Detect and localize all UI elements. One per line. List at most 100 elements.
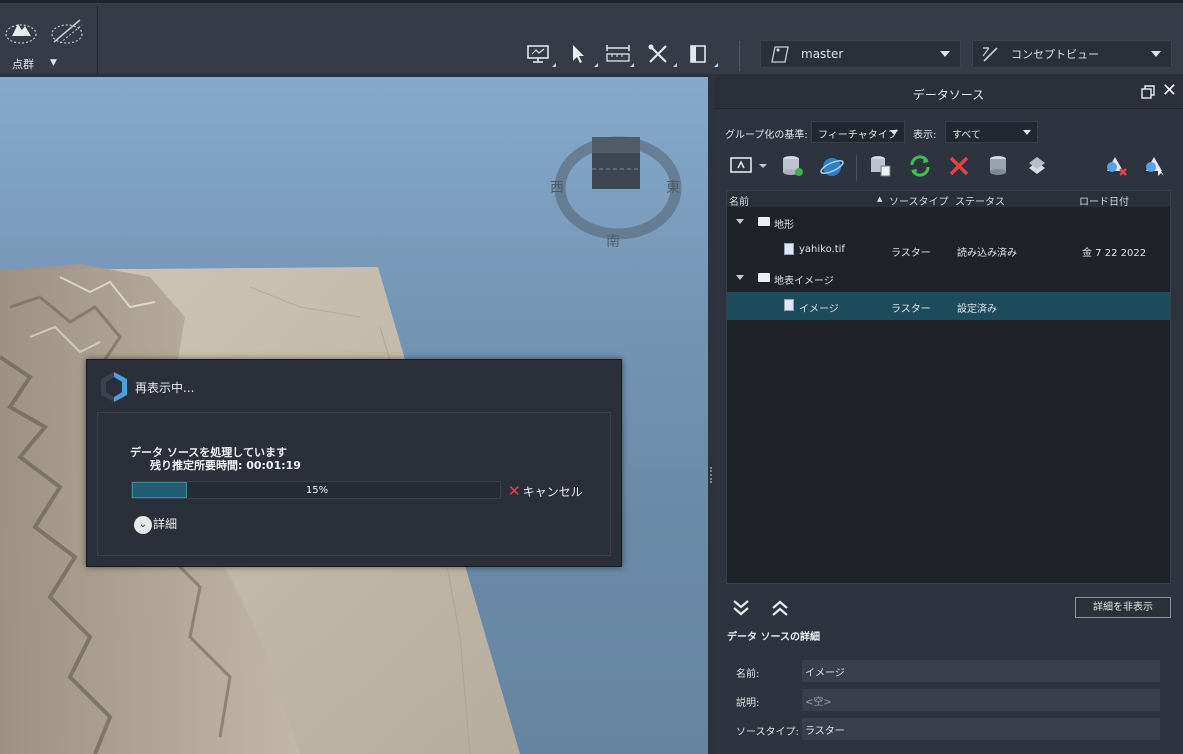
file-status: 設定済み: [957, 304, 997, 315]
collapse-icon[interactable]: [736, 219, 744, 224]
folder-icon: [758, 217, 770, 226]
file-source-type: ラスター: [891, 304, 931, 315]
layers-icon: [1029, 157, 1045, 174]
collapse-icon[interactable]: [736, 275, 744, 280]
app-logo-icon: [101, 372, 127, 402]
detail-name-row: 名前: イメージ: [736, 660, 1161, 682]
globe-icon: [820, 158, 844, 176]
column-source-type[interactable]: ソースタイプ: [889, 193, 949, 208]
group-by-dropdown[interactable]: フィーチャタイプ: [811, 121, 905, 143]
chevron-down-icon: ⌄: [134, 515, 152, 534]
chevron-down-icon: [1151, 51, 1161, 57]
detail-source-type-row: ソースタイプ: ラスター: [736, 718, 1161, 740]
detail-label: 説明:: [736, 698, 760, 709]
cancel-label: キャンセル: [522, 485, 583, 499]
column-load-date[interactable]: ロード日付: [1079, 193, 1129, 208]
display-tool-button[interactable]: [526, 43, 556, 67]
panel-header: データソース ✕: [714, 77, 1183, 109]
view-compass[interactable]: 西 東 南: [548, 133, 688, 253]
remaining-time: 残り推定所要時間: 00:01:19: [150, 459, 301, 472]
details-toggle[interactable]: ⌄ 詳細: [134, 515, 177, 534]
detail-description-field[interactable]: <空>: [802, 689, 1160, 711]
chevron-down-icon[interactable]: ▼: [50, 58, 57, 68]
database-icon: [990, 156, 1006, 175]
folder-icon: [758, 273, 770, 282]
add-database-button[interactable]: [778, 153, 806, 179]
refresh-button[interactable]: [906, 153, 934, 179]
close-icon[interactable]: ✕: [1162, 82, 1177, 100]
restore-icon[interactable]: [1141, 85, 1155, 99]
cancel-icon: ✕: [508, 482, 521, 500]
display-value: すべて: [952, 130, 981, 141]
folder-name: 地表イメージ: [774, 276, 834, 287]
toolbar-divider: [739, 41, 740, 71]
detail-label: 名前:: [736, 669, 760, 680]
detail-source-type-field[interactable]: ラスター: [802, 718, 1160, 740]
detail-label: ソースタイプ:: [736, 727, 799, 738]
layers-button[interactable]: [1023, 153, 1051, 179]
refresh-icon: [910, 155, 930, 177]
details-label: 詳細: [153, 517, 178, 531]
add-data-icon: [730, 157, 767, 173]
database-add-icon: [783, 156, 803, 176]
point-cloud-clip-icon[interactable]: [50, 16, 84, 46]
sort-asc-icon: ▲: [877, 195, 883, 203]
file-name: イメージ: [799, 304, 839, 315]
detail-name-field[interactable]: イメージ: [802, 660, 1160, 682]
add-data-button[interactable]: [727, 153, 771, 179]
cancel-button[interactable]: ✕ キャンセル: [508, 482, 583, 500]
point-cloud-group: 点群 ▼: [0, 6, 98, 74]
column-name[interactable]: 名前: [729, 193, 749, 208]
file-status: 読み込み済み: [957, 248, 1017, 259]
data-source-panel: データソース ✕ グループ化の基準: フィーチャタイプ 表示: すべて 名前 ▲…: [714, 77, 1183, 754]
file-icon: [784, 243, 794, 255]
chevron-down-icon: [940, 51, 950, 57]
group-by-label: グループ化の基準:: [725, 130, 808, 141]
toolbar-divider: [856, 155, 857, 181]
delete-icon: [949, 156, 969, 176]
point-cloud-icon[interactable]: [4, 16, 38, 46]
filter-select-button[interactable]: [1141, 153, 1169, 179]
measure-tool-button[interactable]: [604, 43, 634, 67]
tree-file-row[interactable]: yahiko.tif ラスター 読み込み済み 金 7 22 2022: [727, 236, 1170, 264]
detail-description-row: 説明: <空>: [736, 689, 1161, 711]
expand-all-icon[interactable]: [730, 597, 752, 619]
configure-button[interactable]: [866, 153, 894, 179]
data-source-tree: 名前 ▲ ソースタイプ ステータス ロード日付 地形 yahiko.tif ラス…: [726, 190, 1171, 584]
file-load-date: 金 7 22 2022: [1082, 248, 1147, 259]
unload-button[interactable]: [984, 153, 1012, 179]
tools-button[interactable]: [647, 43, 677, 67]
shapes-select-icon: [1146, 157, 1164, 176]
progress-percent: 15%: [305, 485, 329, 496]
panel-tool-button[interactable]: [688, 43, 718, 67]
monitor-icon: [527, 45, 549, 63]
cursor-icon: [573, 45, 584, 63]
branch-dropdown[interactable]: master: [760, 40, 961, 68]
view-value: コンセプトビュー: [1011, 48, 1099, 61]
shapes-remove-icon: [1107, 157, 1127, 176]
compass-east-label: 東: [666, 180, 680, 196]
top-toolbar: 点群 ▼ master コンセプトビュー: [0, 0, 1183, 74]
point-cloud-label: 点群: [12, 58, 34, 71]
ruler-icon: [606, 45, 630, 62]
file-name: yahiko.tif: [799, 244, 845, 255]
file-icon: [784, 299, 794, 311]
tree-header: 名前 ▲ ソースタイプ ステータス ロード日付: [727, 191, 1170, 208]
hide-details-button[interactable]: 詳細を非表示: [1075, 597, 1171, 618]
file-source-type: ラスター: [891, 248, 931, 259]
tree-folder-row[interactable]: 地表イメージ: [727, 264, 1170, 292]
remove-button[interactable]: [945, 153, 973, 179]
panel-title: データソース: [912, 88, 985, 102]
web-source-button[interactable]: [818, 153, 846, 179]
wrench-icon: [648, 44, 667, 63]
dialog-title: 再表示中...: [135, 381, 195, 395]
filter-remove-button[interactable]: [1102, 153, 1130, 179]
view-dropdown[interactable]: コンセプトビュー: [972, 40, 1172, 68]
tree-file-row-selected[interactable]: イメージ ラスター 設定済み: [727, 292, 1170, 320]
display-dropdown[interactable]: すべて: [945, 121, 1038, 143]
tree-folder-row[interactable]: 地形: [727, 208, 1170, 236]
collapse-all-icon[interactable]: [769, 597, 791, 619]
folder-name: 地形: [774, 220, 794, 231]
select-tool-button[interactable]: [568, 43, 598, 67]
column-status[interactable]: ステータス: [955, 193, 1005, 208]
